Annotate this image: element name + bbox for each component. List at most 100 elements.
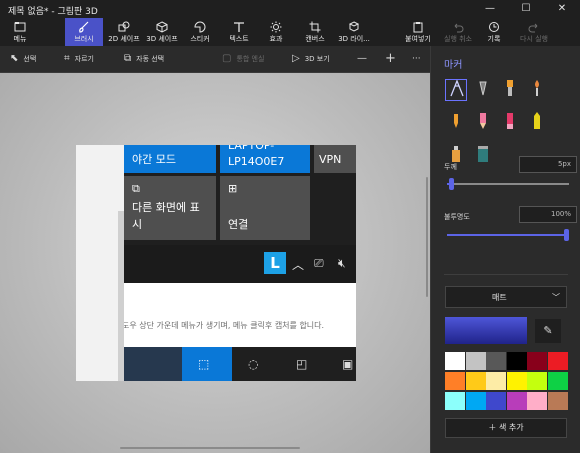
title-bar: 제목 없음* - 그림판 3D — ☐ ✕ (0, 0, 580, 18)
color-swatch[interactable] (527, 372, 547, 390)
magic-select-button[interactable]: ⧉ 자동 선택 (124, 52, 164, 66)
canvas-document[interactable]: 야간 모드 LAPTOP- LP14O0E7 VPN ⧉ 다른 화면에 표 시 … (76, 145, 356, 381)
opacity-label: 불투명도 (444, 213, 470, 221)
color-swatch[interactable] (527, 392, 547, 410)
watercolor-brush-icon[interactable] (526, 79, 548, 101)
minimize-button[interactable]: — (472, 0, 508, 18)
color-swatch[interactable] (506, 392, 527, 410)
crop-icon: ⌗ (64, 53, 70, 64)
window-icon: ◰ (296, 357, 308, 371)
command-bar: ⬉ 선택 ⌗ 자르기 ⧉ 자동 선택 ▢ 통합 엔실 ▷ 3D 보기 — + ··· (0, 46, 430, 73)
sticker-icon (184, 21, 216, 35)
shape-icon: ◌ (248, 357, 259, 371)
tab-3d-shapes[interactable]: 3D 셰이프 (144, 18, 180, 46)
opacity-input[interactable]: 100% (519, 206, 577, 223)
panel-title: 마커 (444, 60, 463, 71)
tab-effects[interactable]: 효과 (262, 18, 290, 46)
tile-laptop: LAPTOP- LP14O0E7 (220, 145, 310, 173)
eyedropper-button[interactable]: ✎ (535, 319, 561, 343)
opacity-slider-thumb[interactable] (564, 229, 569, 241)
zoom-out-button[interactable]: — (357, 52, 367, 66)
group-button[interactable]: ▢ 통합 엔실 (222, 52, 264, 66)
add-color-button[interactable]: ＋ 색 추가 (445, 418, 567, 438)
fill-bucket-icon[interactable] (472, 145, 494, 167)
color-swatch[interactable] (506, 352, 527, 370)
color-swatch[interactable] (506, 372, 527, 390)
color-swatch[interactable] (527, 352, 547, 370)
marker-brush-icon[interactable] (445, 79, 467, 101)
magic-select-icon: ⧉ (124, 53, 132, 64)
zoom-in-button[interactable]: + (385, 52, 396, 66)
ribbon-toolbar: 메뉴 브러시 2D 셰이프 3D 셰이프 스티커 텍스트 효과 캔버스 3D 라… (0, 18, 580, 46)
opacity-slider[interactable] (447, 229, 569, 241)
shapes-2d-icon (106, 21, 142, 35)
pixel-pen-icon[interactable] (445, 112, 467, 134)
crayon-icon[interactable] (526, 112, 548, 134)
color-swatch[interactable] (547, 372, 568, 390)
vertical-scrollbar[interactable] (426, 177, 428, 297)
close-button[interactable]: ✕ (544, 0, 580, 18)
opacity-slider-fill (447, 234, 569, 236)
undo-button[interactable]: 실행 취소 (440, 18, 476, 46)
color-swatch[interactable] (547, 352, 568, 370)
color-swatch[interactable] (465, 372, 486, 390)
select-button[interactable]: ⬉ 선택 (10, 52, 36, 66)
tab-brushes[interactable]: 브러시 (65, 18, 103, 46)
tab-canvas[interactable]: 캔버스 (300, 18, 330, 46)
color-swatch[interactable] (445, 392, 465, 410)
snip-icon: ⬚ (198, 357, 210, 371)
tile-vpn: VPN (314, 145, 356, 173)
oil-brush-icon[interactable] (499, 79, 521, 101)
color-swatch[interactable] (465, 352, 486, 370)
screenshot-bottom-bar: ⬚ ◌ ◰ ▣ (124, 347, 356, 381)
history-icon (480, 21, 508, 35)
current-color-swatch[interactable] (445, 317, 527, 344)
bottom-panel-blue: ⬚ (182, 347, 232, 381)
color-swatch[interactable] (547, 392, 568, 410)
canvas-left-strip (76, 145, 124, 381)
material-select[interactable]: 매트 ﹀ (445, 286, 567, 308)
menu-button[interactable]: 메뉴 (3, 18, 37, 46)
history-button[interactable]: 기록 (480, 18, 508, 46)
sun-icon (262, 21, 290, 35)
thickness-slider-thumb[interactable] (448, 178, 454, 190)
crop-button[interactable]: ⌗ 자르기 (64, 52, 94, 66)
color-swatch[interactable] (465, 392, 486, 410)
paste-button[interactable]: 붙여넣기 (401, 18, 435, 46)
connect-icon: ⊞ (228, 182, 238, 195)
tab-3d-library[interactable]: 3D 라이... (336, 18, 372, 46)
chevron-up-icon: ︿ (292, 258, 305, 272)
tab-text[interactable]: 텍스트 (222, 18, 256, 46)
project-icon: ⧉ (132, 182, 140, 195)
color-swatch[interactable] (445, 372, 465, 390)
undo-icon (440, 21, 476, 35)
view-3d-button[interactable]: ▷ 3D 보기 (292, 52, 330, 66)
screenshot-page: 도우 상단 가운데 메뉴가 생기며, 메뉴 클릭후 캡처를 합니다. (124, 283, 356, 347)
canvas-area[interactable]: 야간 모드 LAPTOP- LP14O0E7 VPN ⧉ 다른 화면에 표 시 … (0, 73, 430, 453)
color-swatch[interactable] (486, 372, 506, 390)
brush-icon (65, 21, 103, 35)
color-swatch[interactable] (486, 352, 506, 370)
app-badge: L (264, 252, 286, 274)
thickness-input[interactable]: 5px (519, 156, 577, 173)
tab-2d-shapes[interactable]: 2D 셰이프 (106, 18, 142, 46)
color-swatch[interactable] (445, 352, 465, 370)
maximize-button[interactable]: ☐ (508, 0, 544, 18)
tab-stickers[interactable]: 스티커 (184, 18, 216, 46)
pasted-screenshot[interactable]: 야간 모드 LAPTOP- LP14O0E7 VPN ⧉ 다른 화면에 표 시 … (124, 145, 356, 381)
tile-project: ⧉ 다른 화면에 표 시 (124, 176, 216, 240)
brush-panel: 마커 두께 5px 불투명도 100% 매트 ﹀ ✎ ＋ 색 추가 (430, 46, 580, 453)
calligraphy-pen-icon[interactable] (472, 79, 494, 101)
thickness-slider[interactable] (447, 178, 569, 190)
network-icon: ⎚ (314, 256, 324, 270)
more-options-button[interactable]: ··· (412, 52, 421, 66)
pencil-icon[interactable] (472, 112, 494, 134)
eraser-icon[interactable] (499, 112, 521, 134)
text-icon (222, 21, 256, 35)
color-swatch[interactable] (486, 392, 506, 410)
window-title: 제목 없음* - 그림판 3D (8, 7, 98, 17)
folder-icon (3, 21, 37, 35)
cube-icon (144, 21, 180, 35)
redo-button[interactable]: 다시 실행 (516, 18, 552, 46)
horizontal-scrollbar[interactable] (120, 447, 300, 449)
